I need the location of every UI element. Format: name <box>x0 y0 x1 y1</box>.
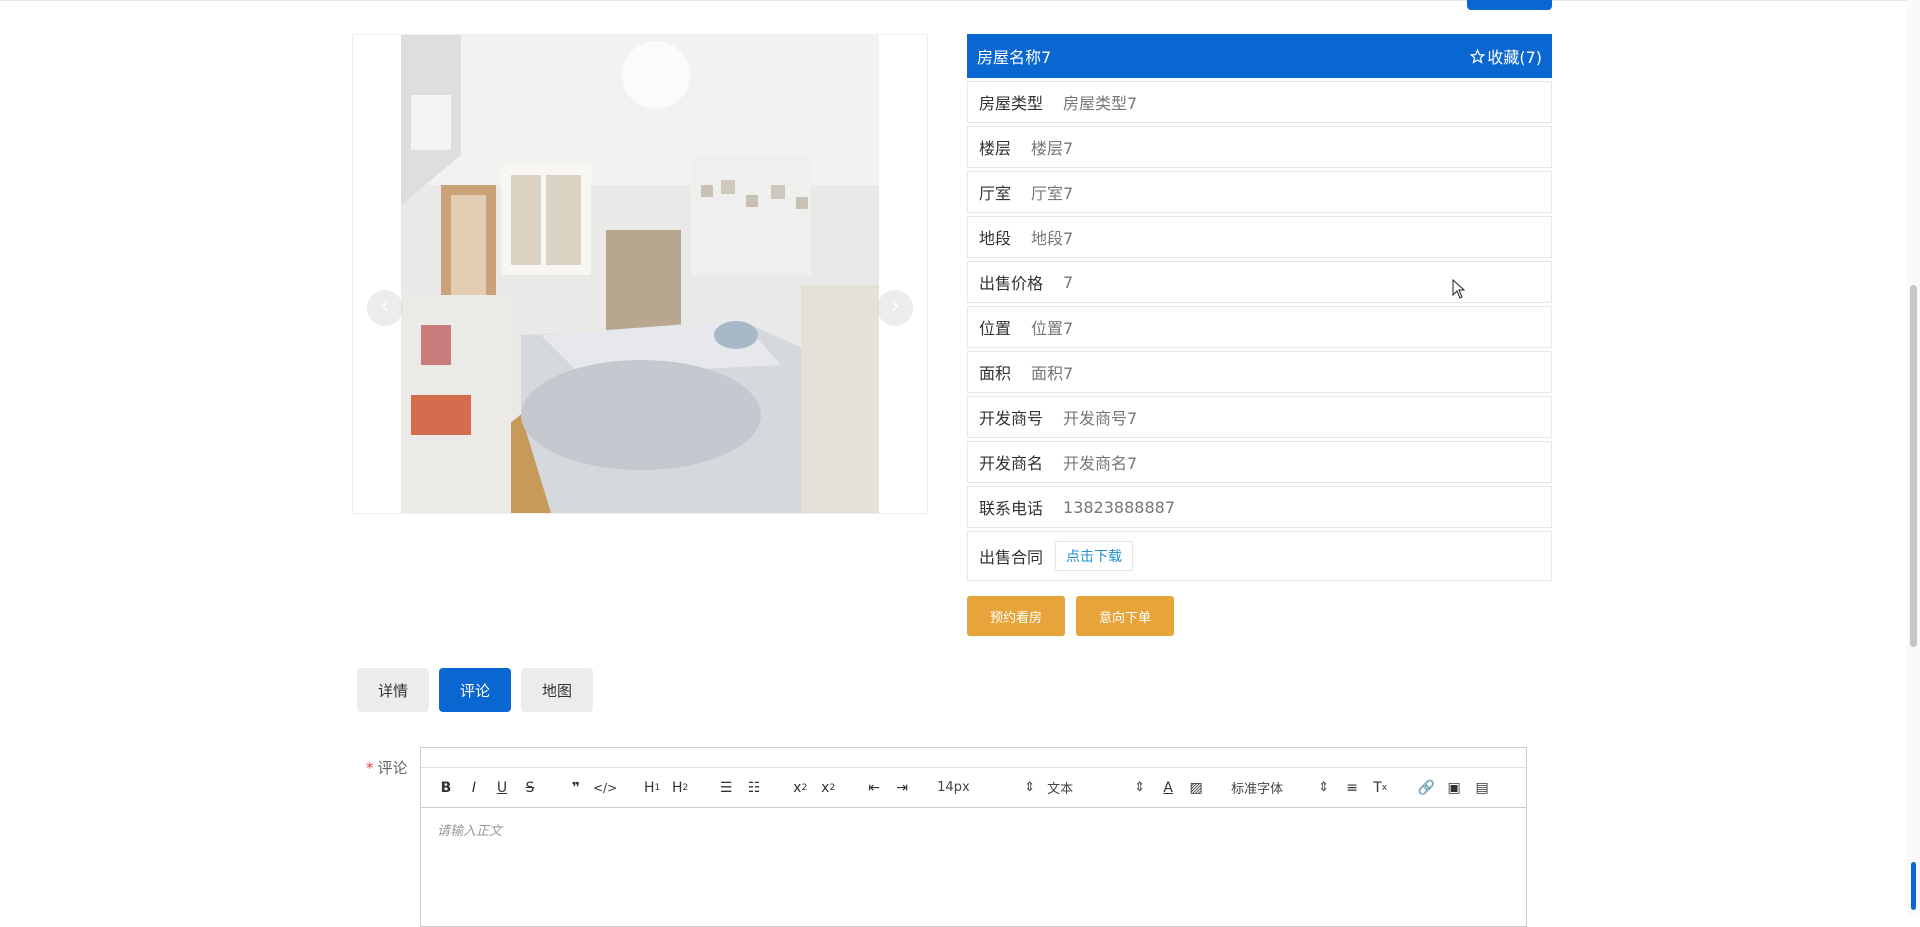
text-style-select[interactable]: 文本 ⇕ <box>1047 778 1145 797</box>
editor-top-border <box>421 748 1526 768</box>
field-label: 楼层 <box>979 139 1012 158</box>
align-icon[interactable]: ≡ <box>1341 777 1363 799</box>
book-viewing-button[interactable]: 预约看房 <box>967 596 1065 636</box>
info-row-contract: 出售合同 点击下载 <box>967 531 1552 581</box>
action-buttons: 预约看房 意向下单 <box>967 596 1174 636</box>
font-color-icon[interactable]: A <box>1157 777 1179 799</box>
detail-tabs: 详情 评论 地图 <box>357 668 593 712</box>
field-value: 7 <box>1063 272 1074 292</box>
image-icon[interactable]: ▣ <box>1443 777 1465 799</box>
text-style-value: 文本 <box>1047 782 1074 797</box>
field-label: 联系电话 <box>979 499 1044 518</box>
superscript-icon[interactable]: x2 <box>817 777 839 799</box>
comment-body-input[interactable]: 请输入正文 <box>421 808 1526 851</box>
indent-icon[interactable]: ⇥ <box>891 777 913 799</box>
subscript-icon[interactable]: x2 <box>789 777 811 799</box>
house-name: 房屋名称7 <box>977 48 1052 67</box>
bullet-list-icon[interactable]: ☷ <box>743 777 765 799</box>
code-block-icon[interactable]: </> <box>593 777 617 799</box>
top-button[interactable] <box>1467 0 1552 10</box>
carousel-prev-button[interactable]: ‹ <box>367 290 403 326</box>
intent-order-button[interactable]: 意向下单 <box>1076 596 1174 636</box>
editor-toolbar: B I U S ❞ </> H1 H2 ☰ ☷ x2 x2 ⇤ ⇥ 14px ⇕ … <box>421 768 1526 808</box>
video-icon[interactable]: ▤ <box>1471 777 1493 799</box>
tab-comments[interactable]: 评论 <box>439 668 511 712</box>
comment-editor: B I U S ❞ </> H1 H2 ☰ ☷ x2 x2 ⇤ ⇥ 14px ⇕ … <box>420 747 1527 927</box>
clear-format-icon[interactable]: Tx <box>1369 777 1391 799</box>
select-arrows-icon: ⇕ <box>1318 780 1330 795</box>
back-to-top-button[interactable] <box>1911 862 1916 910</box>
field-label: 面积 <box>979 364 1012 383</box>
heading-2-icon[interactable]: H2 <box>669 777 691 799</box>
house-title-bar: 房屋名称7 收藏(7) <box>967 34 1552 78</box>
field-value: 开发商号7 <box>1063 409 1138 428</box>
link-icon[interactable]: 🔗 <box>1415 777 1437 799</box>
field-label: 地段 <box>979 229 1012 248</box>
info-row-phone: 联系电话 13823888887 <box>967 486 1552 528</box>
image-carousel[interactable]: ‹ › <box>352 34 928 514</box>
carousel-next-button[interactable]: › <box>877 290 913 326</box>
field-label: 厅室 <box>979 184 1012 203</box>
font-family-value: 标准字体 <box>1231 782 1284 797</box>
background-color-icon[interactable]: ▨ <box>1185 777 1207 799</box>
field-label: 出售合同 <box>979 548 1044 567</box>
field-label: 房屋类型 <box>979 94 1044 113</box>
info-row-location: 位置 位置7 <box>967 306 1552 348</box>
info-row-developer-name: 开发商名 开发商名7 <box>967 441 1552 483</box>
page-top-divider <box>0 0 1920 1</box>
heading-1-icon[interactable]: H1 <box>641 777 663 799</box>
info-row-floor: 楼层 楼层7 <box>967 126 1552 168</box>
outdent-icon[interactable]: ⇤ <box>863 777 885 799</box>
tab-map[interactable]: 地图 <box>521 668 593 712</box>
house-info-panel: 房屋名称7 收藏(7) 房屋类型 房屋类型7 楼层 楼层7 厅室 厅室7 地段 地段7 … <box>967 34 1552 581</box>
info-row-house-type: 房屋类型 房屋类型7 <box>967 81 1552 123</box>
strikethrough-icon[interactable]: S <box>519 777 541 799</box>
field-value: 面积7 <box>1031 364 1074 383</box>
info-row-area: 面积 面积7 <box>967 351 1552 393</box>
house-photo <box>401 35 879 513</box>
chevron-left-icon: ‹ <box>380 294 390 319</box>
required-mark: * <box>366 759 374 777</box>
blockquote-icon[interactable]: ❞ <box>565 777 587 799</box>
comment-field-label: * 评论 <box>366 757 408 778</box>
field-label: 开发商号 <box>979 409 1044 428</box>
favorite-label: 收藏(7) <box>1487 48 1542 67</box>
field-value: 13823888887 <box>1063 497 1175 517</box>
star-icon <box>1470 48 1486 64</box>
field-value: 房屋类型7 <box>1063 94 1138 113</box>
tab-details[interactable]: 详情 <box>357 668 429 712</box>
select-arrows-icon: ⇕ <box>1134 780 1146 795</box>
ordered-list-icon[interactable]: ☰ <box>715 777 737 799</box>
field-label: 位置 <box>979 319 1012 338</box>
font-family-select[interactable]: 标准字体 ⇕ <box>1231 778 1329 797</box>
info-row-rooms: 厅室 厅室7 <box>967 171 1552 213</box>
favorite-button[interactable]: 收藏(7) <box>1470 44 1542 68</box>
mouse-cursor-icon <box>1452 279 1466 299</box>
field-value: 开发商名7 <box>1063 454 1138 473</box>
underline-icon[interactable]: U <box>491 777 513 799</box>
font-size-value: 14px <box>937 780 970 795</box>
field-value: 楼层7 <box>1031 139 1074 158</box>
bold-icon[interactable]: B <box>435 777 457 799</box>
font-size-select[interactable]: 14px ⇕ <box>937 780 1035 795</box>
scrollbar-thumb[interactable] <box>1910 285 1917 647</box>
info-row-developer-id: 开发商号 开发商号7 <box>967 396 1552 438</box>
chevron-right-icon: › <box>890 294 900 319</box>
comment-label: 评论 <box>377 759 408 777</box>
field-value: 厅室7 <box>1031 184 1074 203</box>
download-contract-link[interactable]: 点击下载 <box>1055 541 1134 571</box>
italic-icon[interactable]: I <box>463 777 485 799</box>
field-label: 开发商名 <box>979 454 1044 473</box>
info-row-district: 地段 地段7 <box>967 216 1552 258</box>
field-value: 地段7 <box>1031 229 1074 248</box>
field-value: 位置7 <box>1031 319 1074 338</box>
field-label: 出售价格 <box>979 274 1044 293</box>
select-arrows-icon: ⇕ <box>1024 780 1036 795</box>
